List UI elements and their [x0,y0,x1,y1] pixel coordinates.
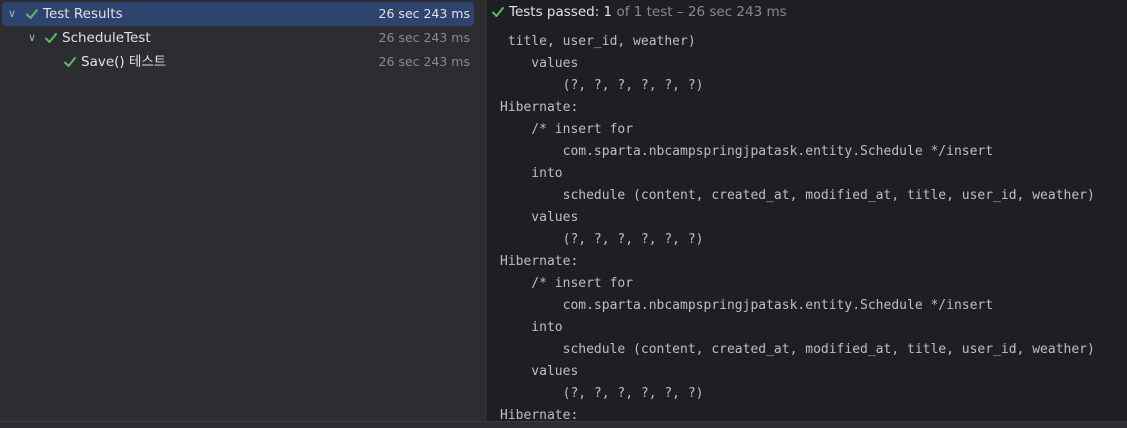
console-line: into [500,320,563,335]
tree-row-time: 26 sec 243 ms [378,54,470,69]
check-icon [26,9,38,19]
passed-count: 1 [603,4,613,20]
separator: – [676,4,684,20]
tree-row-label: Save() 테스트 [81,54,167,70]
tree-row-label: ScheduleTest [62,30,151,46]
tree-row-save-test[interactable]: Save() 테스트 26 sec 243 ms [2,50,474,74]
console-line: values [500,210,579,225]
console-line: schedule (content, created_at, modified_… [500,342,1095,357]
console-panel: Tests passed: 1 of 1 test – 26 sec 243 m… [487,0,1127,423]
console-line: (?, ?, ?, ?, ?, ?) [500,232,704,247]
console-line: Hibernate: [500,254,587,269]
status-prefix: Tests passed: [509,4,600,20]
tree-row-label: Test Results [43,6,123,22]
console-line: /* insert for [500,276,634,291]
console-line: schedule (content, created_at, modified_… [500,188,1095,203]
console-line: into [500,166,563,181]
tests-status-header: Tests passed: 1 of 1 test – 26 sec 243 m… [487,0,1127,24]
tree-row-time: 26 sec 243 ms [378,6,470,21]
chevron-down-icon[interactable]: ∨ [5,2,19,26]
console-line: Hibernate: [500,100,587,115]
chevron-down-icon[interactable]: ∨ [25,26,39,50]
console-line: values [500,56,579,71]
console-line: /* insert for [500,122,634,137]
console-line: title, user_id, weather) [500,34,696,49]
console-line: com.sparta.nbcampspringjpatask.entity.Sc… [500,144,994,159]
check-icon [64,57,76,67]
total-duration: 26 sec 243 ms [687,4,787,20]
check-icon [45,33,57,43]
check-icon [492,7,504,17]
tree-row-schedule-test[interactable]: ∨ ScheduleTest 26 sec 243 ms [2,26,474,50]
tree-row-test-results[interactable]: ∨ Test Results 26 sec 243 ms [2,2,474,26]
tree-row-time: 26 sec 243 ms [378,30,470,45]
console-line: (?, ?, ?, ?, ?, ?) [500,386,704,401]
test-tree-panel: ∨ Test Results 26 sec 243 ms ∨ ScheduleT… [0,0,478,421]
console-line: com.sparta.nbcampspringjpatask.entity.Sc… [500,298,994,313]
console-line: values [500,364,579,379]
console-line: (?, ?, ?, ?, ?, ?) [500,78,704,93]
total-count: of 1 test [616,4,673,20]
